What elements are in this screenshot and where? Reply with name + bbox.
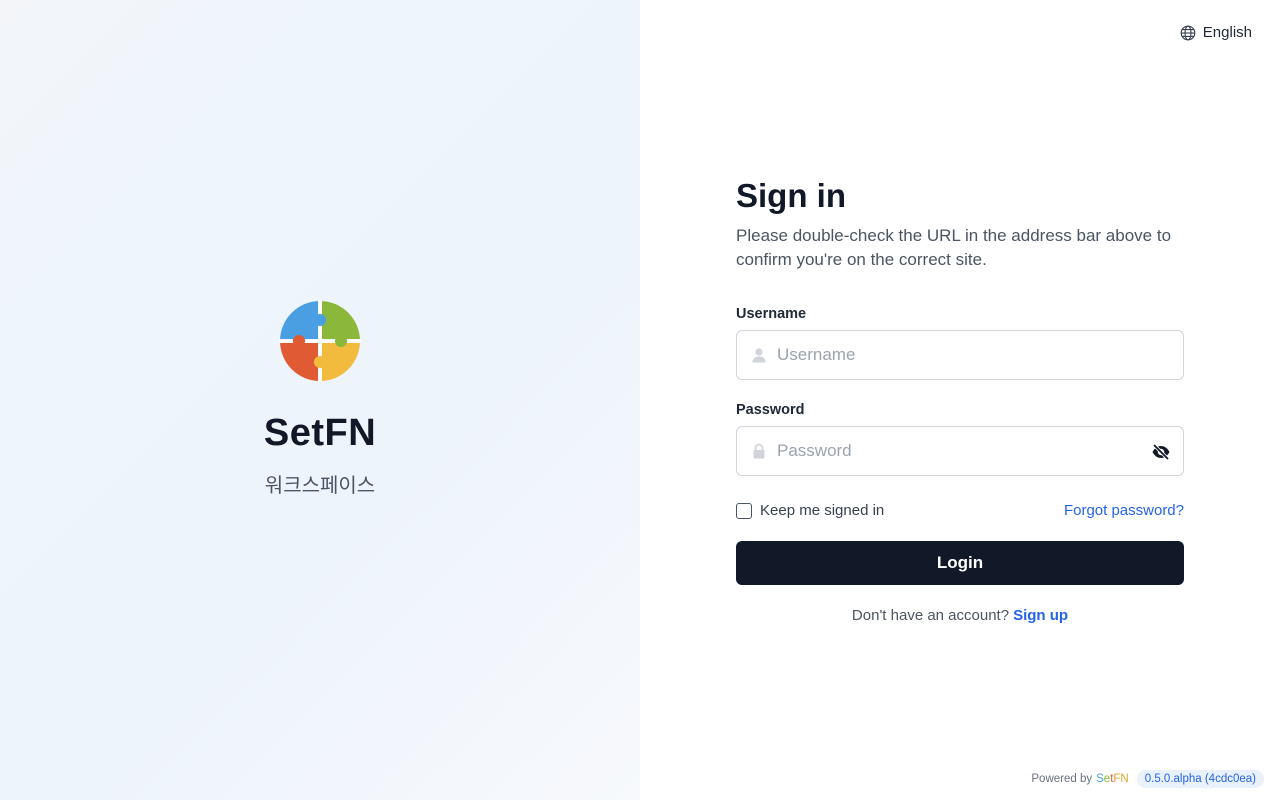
page-subtitle: Please double-check the URL in the addre… — [736, 226, 1172, 269]
eye-off-icon[interactable] — [1151, 442, 1171, 462]
version-badge: 0.5.0.alpha (4cdc0ea) — [1136, 770, 1264, 788]
username-input-box — [736, 330, 1184, 380]
options-row: Keep me signed in Forgot password? — [736, 502, 1184, 519]
password-label: Password — [736, 402, 805, 418]
signin-form: Sign in Please double-check the URL in t… — [736, 176, 1184, 624]
login-button[interactable]: Login — [736, 541, 1184, 585]
username-input[interactable] — [737, 331, 1183, 379]
password-input-box — [736, 426, 1184, 476]
user-icon — [752, 348, 766, 363]
remember-me[interactable]: Keep me signed in — [736, 502, 884, 519]
username-label: Username — [736, 306, 807, 322]
remember-me-label: Keep me signed in — [760, 502, 885, 519]
language-label: English — [1202, 24, 1252, 41]
brand-block: SetFN 워크스페이스 — [0, 300, 640, 498]
lock-icon — [753, 443, 765, 459]
password-input[interactable] — [737, 427, 1183, 475]
brand-name: SetFN — [263, 412, 377, 454]
signup-row: Don't have an account? Sign up — [736, 607, 1184, 624]
remember-me-checkbox[interactable] — [736, 502, 752, 519]
brand-panel: SetFN 워크스페이스 — [0, 0, 640, 800]
password-field-group: Password — [736, 402, 1184, 476]
powered-by-brand[interactable]: SetFN — [1096, 773, 1129, 785]
brand-letters-fn: FN — [1113, 773, 1129, 785]
signin-panel: English Sign in Please double-check the … — [640, 0, 1280, 800]
forgot-password-link[interactable]: Forgot password? — [1064, 502, 1184, 519]
username-field-group: Username — [736, 306, 1184, 380]
page-title: Sign in — [736, 177, 846, 214]
signup-prompt: Don't have an account? — [851, 607, 1010, 624]
brand-letter-s: S — [1096, 773, 1104, 785]
brand-subtitle: 워크스페이스 — [264, 475, 376, 497]
signup-link[interactable]: Sign up — [1013, 607, 1068, 624]
setfn-logo-icon — [279, 300, 361, 382]
footer: Powered by SetFN 0.5.0.alpha (4cdc0ea) — [1031, 770, 1264, 788]
language-switcher[interactable]: English — [1180, 24, 1252, 41]
powered-by: Powered by SetFN — [1031, 773, 1128, 785]
powered-by-label: Powered by — [1031, 773, 1093, 785]
globe-icon — [1180, 25, 1196, 40]
